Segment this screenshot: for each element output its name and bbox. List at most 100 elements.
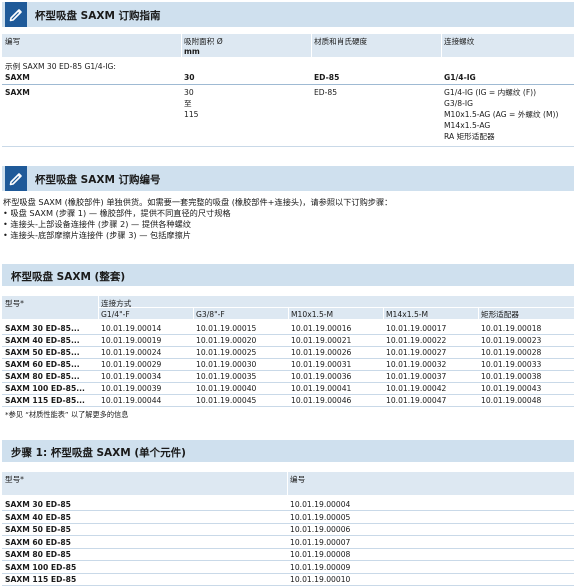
- table-row-type: SAXM 115 ED-85: [5, 575, 77, 584]
- row-divider: [2, 510, 574, 511]
- footnote: *参见 “材质性能表” 以了解更多的信息: [5, 410, 129, 419]
- section-title: 杯型吸盘 SAXM (整套): [11, 271, 126, 283]
- intro-bullet: • 连接头-底部摩擦片连接件 (步骤 3) — 包括摩擦片: [3, 230, 191, 240]
- table-cell-order-number: 10.01.19.00025: [196, 348, 257, 357]
- table-cell-order-number: 10.01.19.00018: [481, 324, 542, 333]
- table-cell-order-number: 10.01.19.00026: [291, 348, 352, 357]
- table-cell-order-number: 10.01.19.00034: [101, 372, 162, 381]
- section-title: 杯型吸盘 SAXM 订购指南: [35, 10, 161, 22]
- col-header-type: 型号*: [5, 299, 24, 308]
- table-cell-order-number: 10.01.19.00016: [291, 324, 352, 333]
- row-divider: [2, 535, 574, 536]
- table-row-type: SAXM 100 ED-85: [5, 563, 77, 572]
- section-header-ordering-guide: 杯型吸盘 SAXM 订购指南: [2, 2, 574, 27]
- table-cell-order-number: 10.01.19.00045: [196, 396, 257, 405]
- table-cell-order-number: 10.01.19.00041: [291, 384, 352, 393]
- table-cell-order-number: 10.01.19.00014: [101, 324, 162, 333]
- table-cell-order-number: 10.01.19.00033: [481, 360, 542, 369]
- table-cell-order-number: 10.01.19.00031: [291, 360, 352, 369]
- table-cell-order-number: 10.01.19.00005: [290, 513, 351, 522]
- col-header-g14: G1/4"-F: [101, 310, 130, 319]
- table-cell-order-number: 10.01.19.00040: [196, 384, 257, 393]
- table-cell-order-number: 10.01.19.00010: [290, 575, 351, 584]
- col-header-area-line2: mm: [184, 47, 200, 56]
- table-row-type: SAXM 80 ED-85...: [5, 372, 80, 381]
- table-row-type: SAXM 40 ED-85: [5, 513, 71, 522]
- table-row-type: SAXM 80 ED-85: [5, 550, 71, 559]
- table-cell-order-number: 10.01.19.00023: [481, 336, 542, 345]
- table-cell-order-number: 10.01.19.00038: [481, 372, 542, 381]
- example-size: 30: [184, 73, 195, 82]
- table-cell-order-number: 10.01.19.00030: [196, 360, 257, 369]
- col-header-material: 材质和肖氏硬度: [314, 37, 368, 46]
- intro-bullet: • 连接头-上部设备连接件 (步骤 2) — 提供各种螺纹: [3, 219, 191, 229]
- example-name: SAXM: [5, 73, 30, 82]
- table-row-type: SAXM 60 ED-85...: [5, 360, 80, 369]
- table-cell-order-number: 10.01.19.00020: [196, 336, 257, 345]
- pencil-icon: [5, 166, 27, 191]
- table-header: [2, 34, 574, 57]
- row-divider: [2, 523, 574, 524]
- table-cell-order-number: 10.01.19.00024: [101, 348, 162, 357]
- pencil-icon: [5, 2, 27, 27]
- section-header-order-numbers: 杯型吸盘 SAXM 订购编号: [2, 166, 574, 191]
- table-row-type: SAXM 30 ED-85...: [5, 324, 80, 333]
- table-cell-order-number: 10.01.19.00019: [101, 336, 162, 345]
- options-material: ED-85: [314, 88, 338, 97]
- table-cell-order-number: 10.01.19.00015: [196, 324, 257, 333]
- table-row-type: SAXM 40 ED-85...: [5, 336, 80, 345]
- col-header-type: 型号*: [5, 475, 24, 484]
- table-cell-order-number: 10.01.19.00029: [101, 360, 162, 369]
- options-thread: RA 矩形适配器: [444, 132, 495, 141]
- section-header-complete: 杯型吸盘 SAXM (整套): [2, 264, 574, 286]
- col-header-m14: M14x1.5-M: [386, 310, 429, 319]
- table-row-type: SAXM 50 ED-85: [5, 525, 71, 534]
- table-cell-order-number: 10.01.19.00008: [290, 550, 351, 559]
- section-header-step1: 步骤 1: 杯型吸盘 SAXM (单个元件): [2, 440, 574, 462]
- table-row-type: SAXM 100 ED-85...: [5, 384, 85, 393]
- table-cell-order-number: 10.01.19.00043: [481, 384, 542, 393]
- table-cell-order-number: 10.01.19.00035: [196, 372, 257, 381]
- col-header-number: 编号: [290, 475, 306, 484]
- section-title: 杯型吸盘 SAXM 订购编号: [35, 174, 161, 186]
- col-header-m10: M10x1.5-M: [291, 310, 334, 319]
- row-divider: [2, 560, 574, 561]
- options-size: 115: [184, 110, 199, 119]
- options-size: 至: [184, 99, 192, 108]
- table-cell-order-number: 10.01.19.00004: [290, 500, 351, 509]
- table-cell-order-number: 10.01.19.00047: [386, 396, 447, 405]
- section-title: 步骤 1: 杯型吸盘 SAXM (单个元件): [11, 447, 186, 459]
- col-header-rect-adapter: 矩形适配器: [481, 310, 519, 319]
- options-name: SAXM: [5, 88, 30, 97]
- options-thread: M14x1.5-AG: [444, 121, 491, 130]
- table-cell-order-number: 10.01.19.00042: [386, 384, 447, 393]
- table-cell-order-number: 10.01.19.00021: [291, 336, 352, 345]
- row-divider: [2, 406, 574, 407]
- table-row-type: SAXM 30 ED-85: [5, 500, 71, 509]
- table-cell-order-number: 10.01.19.00009: [290, 563, 351, 572]
- table-cell-order-number: 10.01.19.00007: [290, 538, 351, 547]
- table-cell-order-number: 10.01.19.00028: [481, 348, 542, 357]
- example-thread: G1/4-IG: [444, 73, 476, 82]
- col-header-g38: G3/8"-F: [196, 310, 225, 319]
- table-cell-order-number: 10.01.19.00044: [101, 396, 162, 405]
- row-divider: [2, 548, 574, 549]
- table-row-type: SAXM 50 ED-85...: [5, 348, 80, 357]
- table-cell-order-number: 10.01.19.00046: [291, 396, 352, 405]
- table-cell-order-number: 10.01.19.00036: [291, 372, 352, 381]
- table-cell-order-number: 10.01.19.00032: [386, 360, 447, 369]
- table-row-type: SAXM 115 ED-85...: [5, 396, 85, 405]
- options-thread: M10x1.5-AG (AG = 外螺纹 (M)): [444, 110, 559, 119]
- options-thread: G3/8-IG: [444, 99, 473, 108]
- col-header-connection: 连接方式: [101, 299, 132, 308]
- col-header-designation: 编写: [5, 37, 21, 46]
- options-thread: G1/4-IG (IG = 内螺纹 (F)): [444, 88, 537, 97]
- intro-text: 杯型吸盘 SAXM (橡胶部件) 单独供货。如需要一套完整的吸盘 (橡胶部件+连…: [3, 197, 393, 207]
- table-cell-order-number: 10.01.19.00006: [290, 525, 351, 534]
- table-cell-order-number: 10.01.19.00048: [481, 396, 542, 405]
- table-cell-order-number: 10.01.19.00022: [386, 336, 447, 345]
- table-row-type: SAXM 60 ED-85: [5, 538, 71, 547]
- table-cell-order-number: 10.01.19.00027: [386, 348, 447, 357]
- col-header-thread: 连接螺纹: [444, 37, 475, 46]
- options-size: 30: [184, 88, 194, 97]
